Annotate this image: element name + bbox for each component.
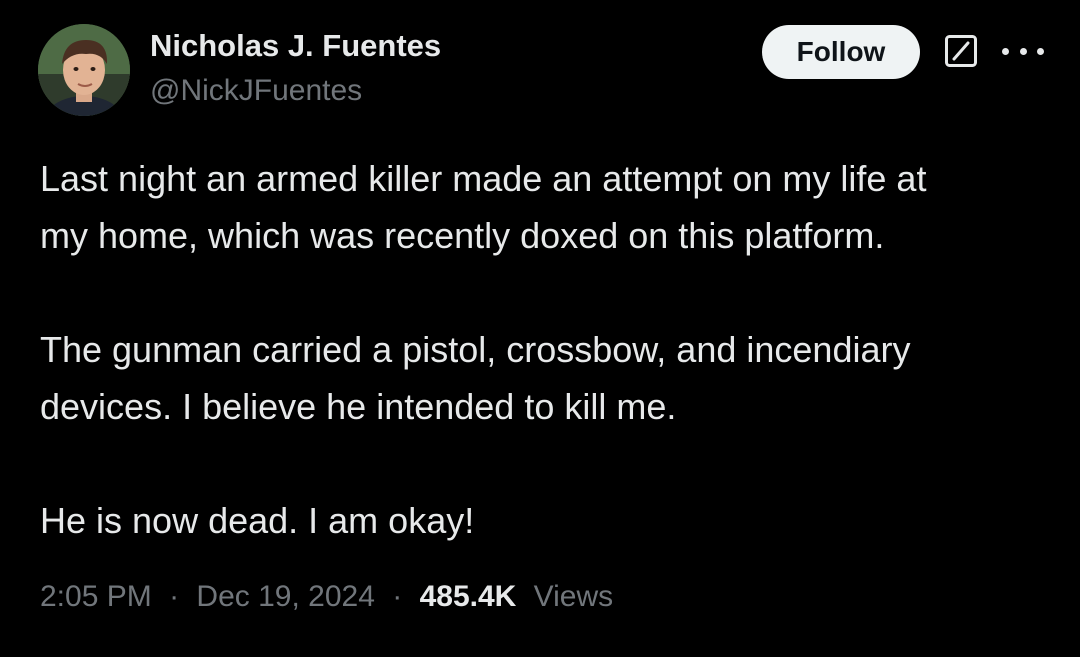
tweet: Nicholas J. Fuentes @NickJFuentes Follow…	[0, 0, 1080, 657]
user-handle[interactable]: @NickJFuentes	[150, 74, 362, 108]
more-dot	[1002, 47, 1009, 55]
tweet-date[interactable]: Dec 19, 2024	[196, 580, 374, 613]
tweet-text: Last night an armed killer made an attem…	[40, 150, 1050, 549]
more-dot	[1019, 47, 1027, 55]
tweet-paragraph: Last night an armed killer made an attem…	[40, 158, 927, 256]
avatar[interactable]	[38, 24, 130, 116]
follow-button[interactable]: Follow	[762, 25, 920, 79]
meta-separator: ·	[392, 580, 403, 613]
display-name[interactable]: Nicholas J. Fuentes	[150, 28, 441, 64]
tweet-paragraph: The gunman carried a pistol, crossbow, a…	[40, 329, 911, 427]
more-options-icon[interactable]	[1002, 36, 1044, 66]
grok-icon[interactable]	[944, 34, 978, 68]
views-count: 485.4K	[419, 580, 517, 613]
views-label: Views	[533, 580, 614, 613]
tweet-paragraph: He is now dead. I am okay!	[40, 500, 475, 541]
meta-separator: ·	[169, 580, 180, 613]
more-dot	[1037, 47, 1044, 55]
tweet-time[interactable]: 2:05 PM	[40, 580, 152, 613]
avatar-image	[38, 24, 130, 116]
tweet-meta: 2:05 PM · Dec 19, 2024 · 485.4K Views	[40, 580, 613, 614]
